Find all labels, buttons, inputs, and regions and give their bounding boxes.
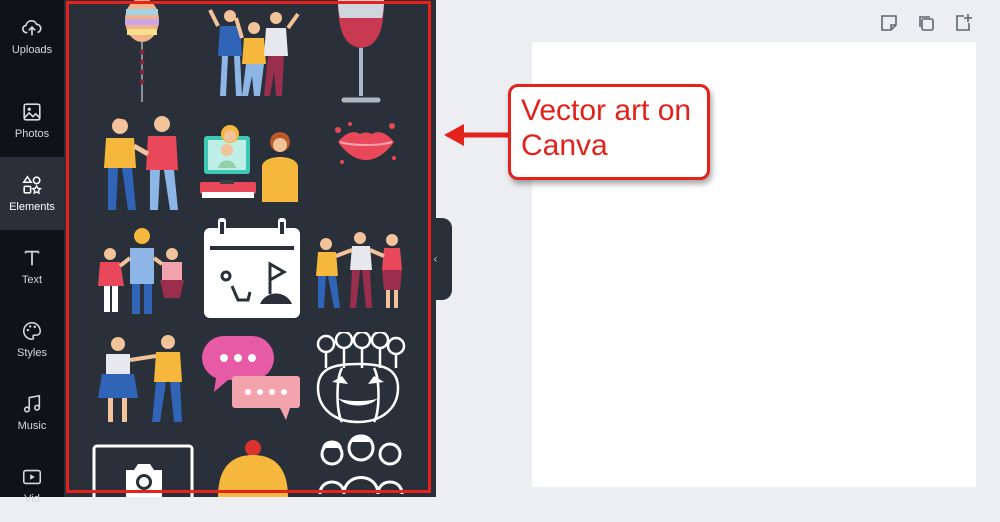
palette-icon <box>23 321 42 341</box>
elements-panel <box>64 0 436 497</box>
video-call-people-graphic[interactable] <box>200 122 304 202</box>
sidebar-item-label: Music <box>17 420 47 432</box>
sidebar-item-music[interactable]: Music <box>0 376 64 449</box>
dancing-group-graphic[interactable] <box>310 230 408 312</box>
calendar-golf-graphic[interactable] <box>204 218 300 318</box>
upload-cloud-icon <box>22 19 42 35</box>
annotation-callout: Vector art on Canva <box>508 84 710 180</box>
note-icon[interactable] <box>879 13 899 33</box>
cupcake-graphic[interactable] <box>214 438 292 497</box>
sidebar-item-styles[interactable]: Styles <box>0 303 64 376</box>
text-icon <box>24 250 40 266</box>
video-icon <box>22 469 42 485</box>
sidebar-item-label: Vid <box>24 493 40 505</box>
sidebar-item-label: Text <box>21 274 43 286</box>
sidebar-item-elements[interactable]: Elements <box>0 157 64 230</box>
camera-frame-graphic[interactable] <box>92 444 194 497</box>
sidebar-item-label: Elements <box>9 201 55 213</box>
halloween-pumpkin-graphic[interactable] <box>310 332 406 424</box>
wine-glass-graphic[interactable] <box>334 0 388 104</box>
duplicate-page-icon[interactable] <box>916 13 936 33</box>
balloon-graphic[interactable] <box>112 0 172 104</box>
image-icon <box>23 103 41 121</box>
sidebar-item-uploads[interactable]: Uploads <box>0 0 64 72</box>
sidebar-item-label: Photos <box>14 128 50 140</box>
shapes-icon <box>22 175 42 195</box>
friends-cheering-graphic[interactable] <box>200 2 304 100</box>
red-lips-graphic[interactable] <box>334 118 398 170</box>
add-page-icon[interactable] <box>953 13 973 33</box>
collapse-panel-handle[interactable]: ‹ <box>432 218 452 300</box>
sidebar-item-text[interactable]: Text <box>0 230 64 303</box>
chevron-left-icon: ‹ <box>433 252 438 266</box>
sidebar-item-label: Styles <box>17 347 47 359</box>
sidebar-item-label: Uploads <box>11 43 53 56</box>
annotation-arrow <box>444 124 510 146</box>
annotation-text: Vector art on Canva <box>521 94 692 162</box>
sidebar-item-videos[interactable]: Vid <box>0 449 64 522</box>
sidebar-item-photos[interactable]: Photos <box>0 84 64 157</box>
people-line-art-graphic[interactable] <box>316 432 406 497</box>
chat-bubbles-graphic[interactable] <box>202 336 304 420</box>
group-hug-graphic[interactable] <box>94 224 192 316</box>
side-rail: Uploads Photos Elements Text Styles Musi… <box>0 0 64 505</box>
music-note-icon <box>23 394 41 413</box>
two-friends-graphic[interactable] <box>94 112 192 214</box>
dancing-couple-graphic[interactable] <box>96 330 194 426</box>
